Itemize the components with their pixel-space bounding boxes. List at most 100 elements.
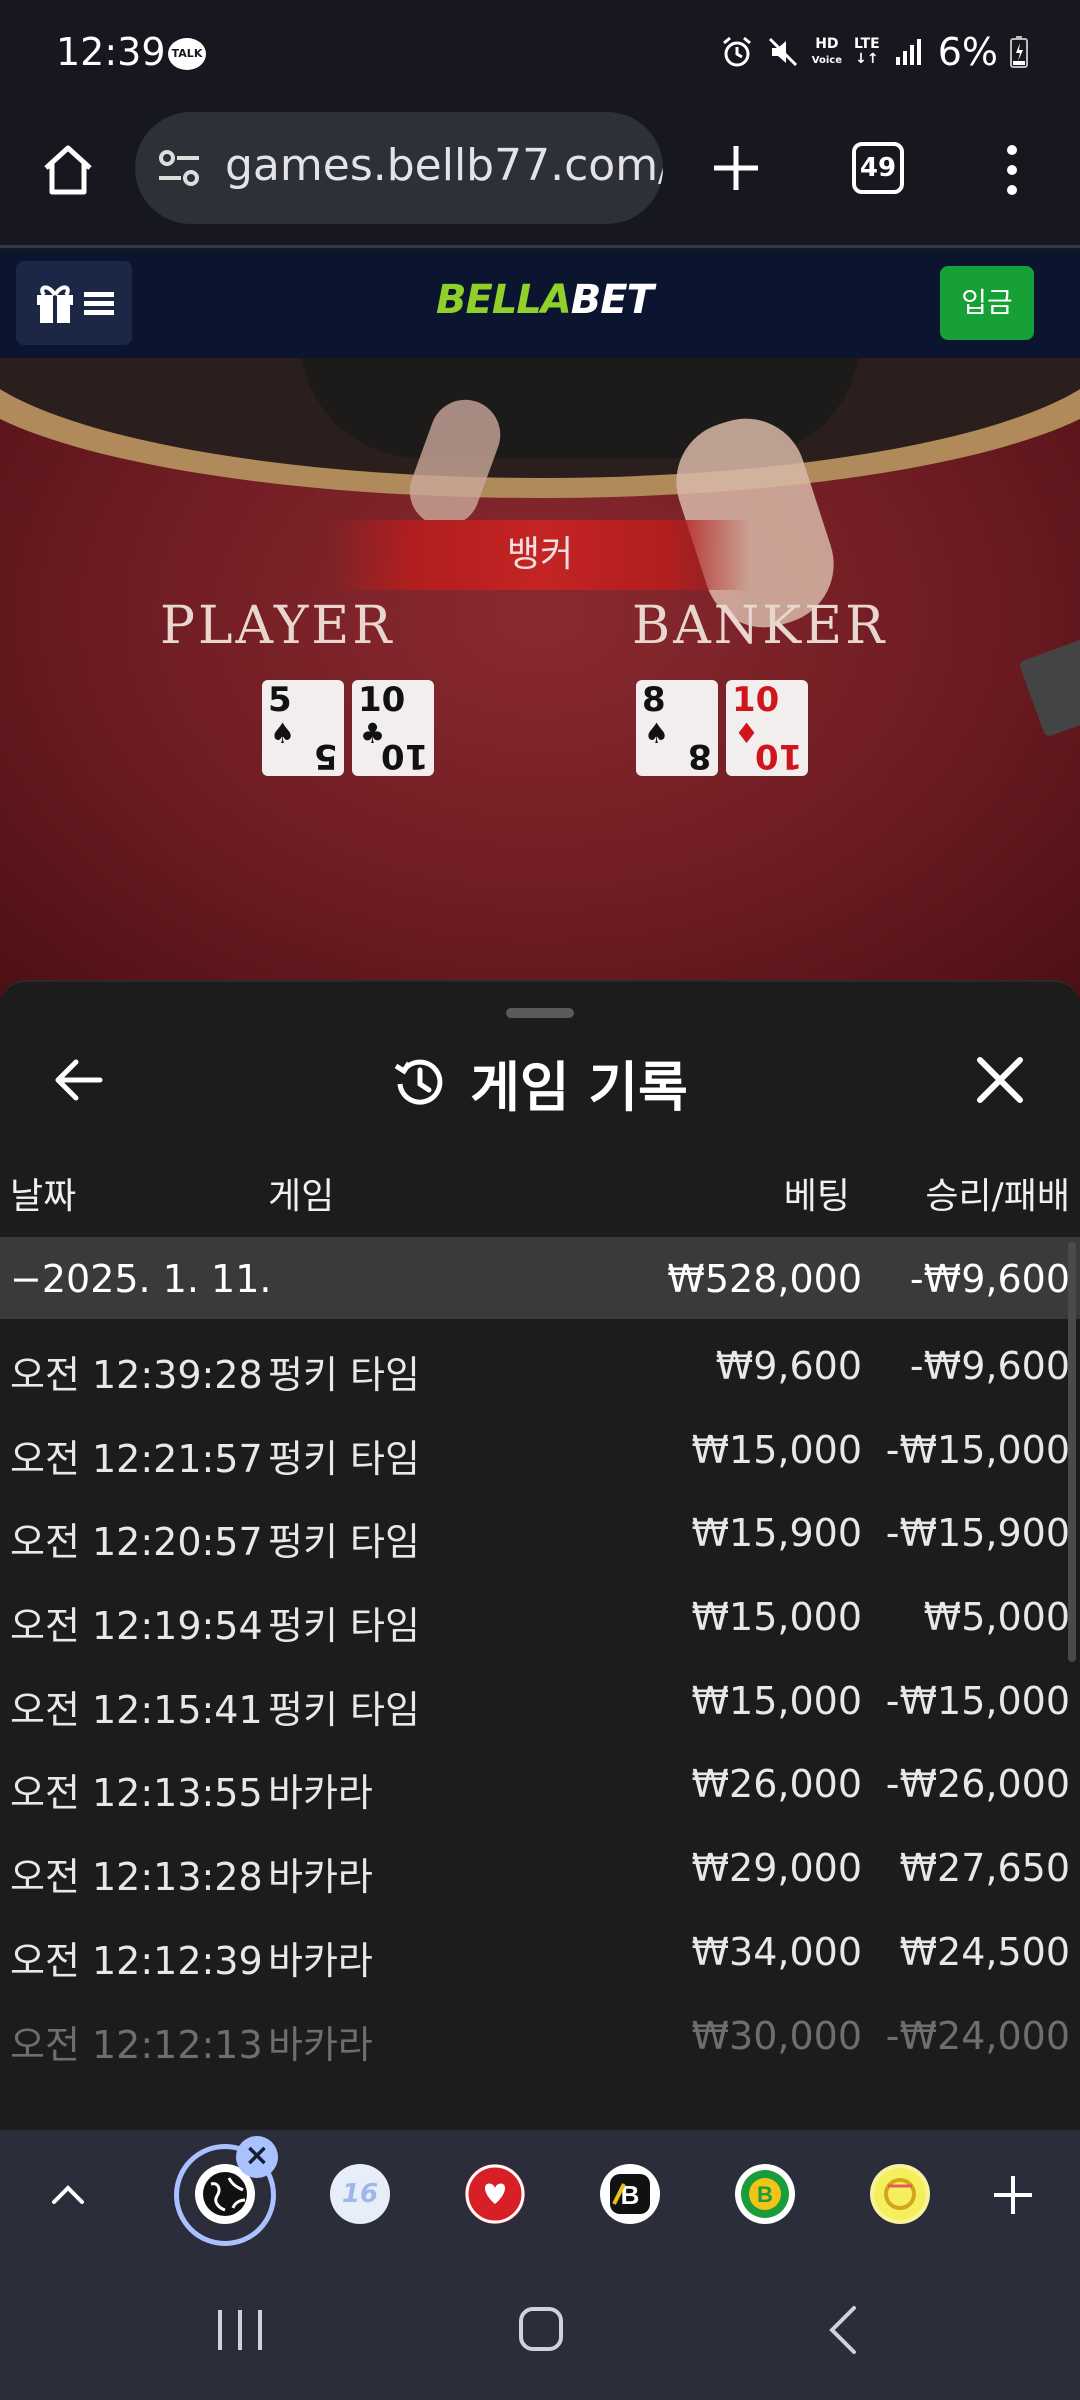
row-time: 오전 12:12:13	[10, 2022, 263, 2067]
lte-label: LTE	[853, 36, 880, 52]
site-settings-icon[interactable]	[155, 144, 203, 192]
game-history-panel: 게임 기록 날짜 게임 베팅 승리/패배 −2025. 1. 11. ₩528,…	[0, 980, 1080, 2130]
deposit-button[interactable]: 입금	[940, 266, 1034, 340]
player-label: PLAYER	[160, 596, 395, 656]
back-button-icon[interactable]	[826, 2304, 860, 2356]
mute-icon	[768, 37, 797, 67]
gift-menu-button[interactable]	[16, 261, 132, 345]
date-summary-row[interactable]: −2025. 1. 11. ₩528,000 -₩9,600	[0, 1237, 1080, 1319]
more-options-icon[interactable]	[1000, 144, 1024, 196]
battery-percent: 6%	[937, 30, 998, 74]
row-time: 오전 12:20:57	[10, 1520, 263, 1565]
add-tab-plus-icon[interactable]	[988, 2170, 1038, 2220]
green-b-glyph-icon: B	[741, 2170, 789, 2218]
card-rank-inverted: 10	[754, 736, 802, 776]
site-header: BELLABET 입금	[0, 251, 1080, 358]
row-win-loss: -₩15,900	[885, 1511, 1070, 1556]
row-win-loss: ₩27,650	[899, 1846, 1070, 1891]
address-bar[interactable]: games.bellb77.com/l	[135, 112, 663, 224]
status-icons: HD Voice LTE ↓↑ 6%	[720, 30, 1028, 74]
history-list: 오전 12:39:28 펑키 타임 ₩9,600 -₩9,600 오전 12:2…	[0, 1322, 1080, 2075]
row-game: 바카라	[268, 1771, 373, 1816]
row-win-loss: -₩15,000	[885, 1427, 1070, 1472]
live-game-video[interactable]: 뱅커 PLAYER BANKER 5 ♠ 5 10 ♣ 10 8 ♠ 8 10 …	[0, 358, 1080, 998]
hd-voice-icon: HD Voice	[811, 35, 842, 68]
lte-icon: LTE ↓↑	[853, 36, 880, 67]
banker-label: BANKER	[632, 596, 888, 656]
row-time: 오전 12:39:28	[10, 1353, 263, 1397]
bellabet-logo[interactable]: BELLABET	[436, 277, 654, 323]
black-b-glyph-icon: B	[610, 2174, 650, 2214]
home-icon[interactable]	[38, 140, 98, 200]
history-row[interactable]: 오전 12:13:55 바카라 ₩26,000 -₩26,000	[0, 1740, 1080, 1824]
system-navigation-bar	[0, 2260, 1080, 2400]
history-row[interactable]: 오전 12:21:57 펑키 타임 ₩15,000 -₩15,000	[0, 1406, 1080, 1490]
voice-label: Voice	[811, 54, 842, 66]
row-win-loss: -₩24,000	[885, 2013, 1070, 2058]
card-rank: 10	[732, 680, 780, 720]
home-button-icon[interactable]	[516, 2304, 566, 2354]
card-rank: 8	[642, 680, 666, 720]
close-icon[interactable]	[970, 1050, 1030, 1110]
column-header-date[interactable]: 날짜	[10, 1167, 76, 1219]
row-bet: ₩34,000	[691, 1929, 862, 1974]
black-b-logo-icon[interactable]: B	[600, 2164, 660, 2224]
drag-handle[interactable]	[506, 1008, 574, 1018]
history-row[interactable]: 오전 12:13:28 바카라 ₩29,000 ₩27,650	[0, 1824, 1080, 1908]
recent-apps-icon[interactable]	[214, 2306, 266, 2354]
logo-part-bella: BELLA	[436, 277, 572, 323]
card-rank: 5	[268, 680, 292, 720]
history-row[interactable]: 오전 12:12:13 바카라 ₩30,000 -₩24,000	[0, 1992, 1080, 2076]
battery-charging-icon	[1010, 36, 1028, 68]
history-icon	[394, 1059, 443, 1105]
result-banner: 뱅커	[330, 520, 750, 590]
browser-toolbar: games.bellb77.com/l 49	[0, 108, 1080, 248]
column-header-bet[interactable]: 베팅	[784, 1167, 850, 1219]
history-row[interactable]: 오전 12:20:57 펑키 타임 ₩15,900 -₩15,900	[0, 1489, 1080, 1573]
column-header-win-loss[interactable]: 승리/패배	[925, 1167, 1070, 1219]
player-card-2: 10 ♣ 10	[352, 680, 434, 776]
row-game: 바카라	[268, 1938, 373, 1983]
row-game: 바카라	[268, 1855, 373, 1900]
history-scrollbar[interactable]	[1068, 1242, 1076, 1662]
hamburger-menu-icon	[84, 292, 114, 315]
row-game: 펑키 타임	[268, 1687, 420, 1732]
row-win-loss: -₩26,000	[885, 1762, 1070, 1807]
row-bet: ₩15,000	[691, 1595, 862, 1640]
row-win-loss: -₩9,600	[909, 1344, 1070, 1388]
row-bet: ₩15,900	[691, 1511, 862, 1556]
gift-icon	[37, 285, 73, 323]
card-suit: ♠	[644, 717, 670, 750]
card-rank-inverted: 5	[314, 736, 338, 776]
url-text: games.bellb77.com/l	[225, 140, 663, 191]
tab-switcher-button[interactable]: 49	[852, 142, 904, 194]
row-win-loss: -₩15,000	[885, 1678, 1070, 1723]
row-win-loss: ₩5,000	[923, 1595, 1070, 1640]
chevron-up-icon[interactable]	[46, 2172, 90, 2216]
red-heart-logo-icon[interactable]	[465, 2164, 525, 2224]
yellow-logo-icon[interactable]	[870, 2164, 930, 2224]
hd-label: HD	[815, 35, 839, 52]
row-bet: ₩26,000	[691, 1762, 862, 1807]
history-row[interactable]: 오전 12:15:41 펑키 타임 ₩15,000 -₩15,000	[0, 1657, 1080, 1741]
row-time: 오전 12:13:55	[10, 1771, 263, 1816]
card-rank: 10	[358, 680, 406, 720]
card-shoe	[1018, 638, 1080, 738]
row-time: 오전 12:15:41	[10, 1687, 263, 1732]
row-game: 펑키 타임	[268, 1436, 420, 1481]
new-tab-plus-icon[interactable]	[708, 140, 764, 196]
close-tab-icon[interactable]: ×	[236, 2136, 278, 2178]
row-time: 오전 12:21:57	[10, 1436, 263, 1481]
history-row[interactable]: 오전 12:19:54 펑키 타임 ₩15,000 ₩5,000	[0, 1573, 1080, 1657]
card-suit: ♠	[270, 717, 296, 750]
history-row[interactable]: 오전 12:12:39 바카라 ₩34,000 ₩24,500	[0, 1908, 1080, 1992]
green-b-letter: B	[757, 2182, 773, 2207]
history-row[interactable]: 오전 12:39:28 펑키 타임 ₩9,600 -₩9,600	[0, 1322, 1080, 1406]
row-time: 오전 12:12:39	[10, 1938, 263, 1983]
kakaotalk-notification-icon: TALK	[168, 38, 206, 70]
row-bet: ₩15,000	[691, 1427, 862, 1472]
green-b-logo-icon[interactable]: B	[735, 2164, 795, 2224]
panel-title: 게임 기록	[0, 1042, 1080, 1122]
column-header-game[interactable]: 게임	[268, 1167, 334, 1219]
tab-16-icon[interactable]: 16	[330, 2164, 390, 2224]
